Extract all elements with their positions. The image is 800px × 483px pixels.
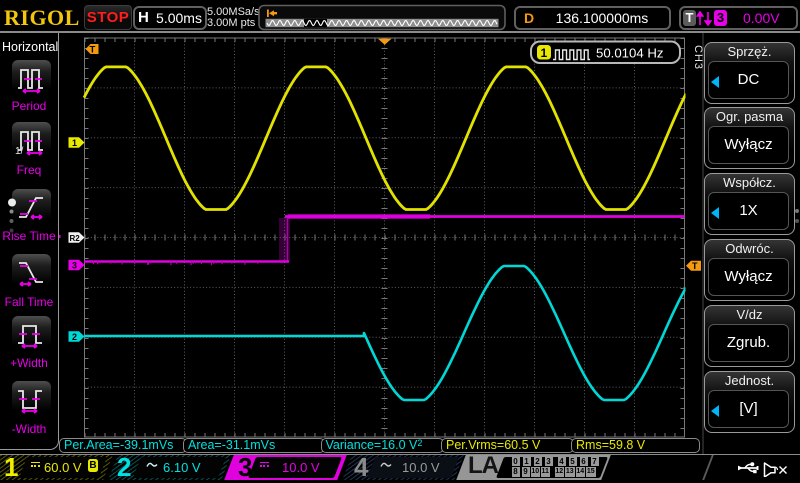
svg-text:50.0104 Hz: 50.0104 Hz [596,46,663,61]
svg-text:2: 2 [72,332,77,342]
svg-text:T: T [692,261,698,271]
svg-text:1: 1 [72,138,77,148]
svg-text:1/: 1/ [15,146,24,157]
svg-text:R2: R2 [70,234,81,243]
svg-text:1: 1 [541,46,548,60]
svg-text:3: 3 [72,261,77,271]
svg-text:T: T [90,45,96,56]
